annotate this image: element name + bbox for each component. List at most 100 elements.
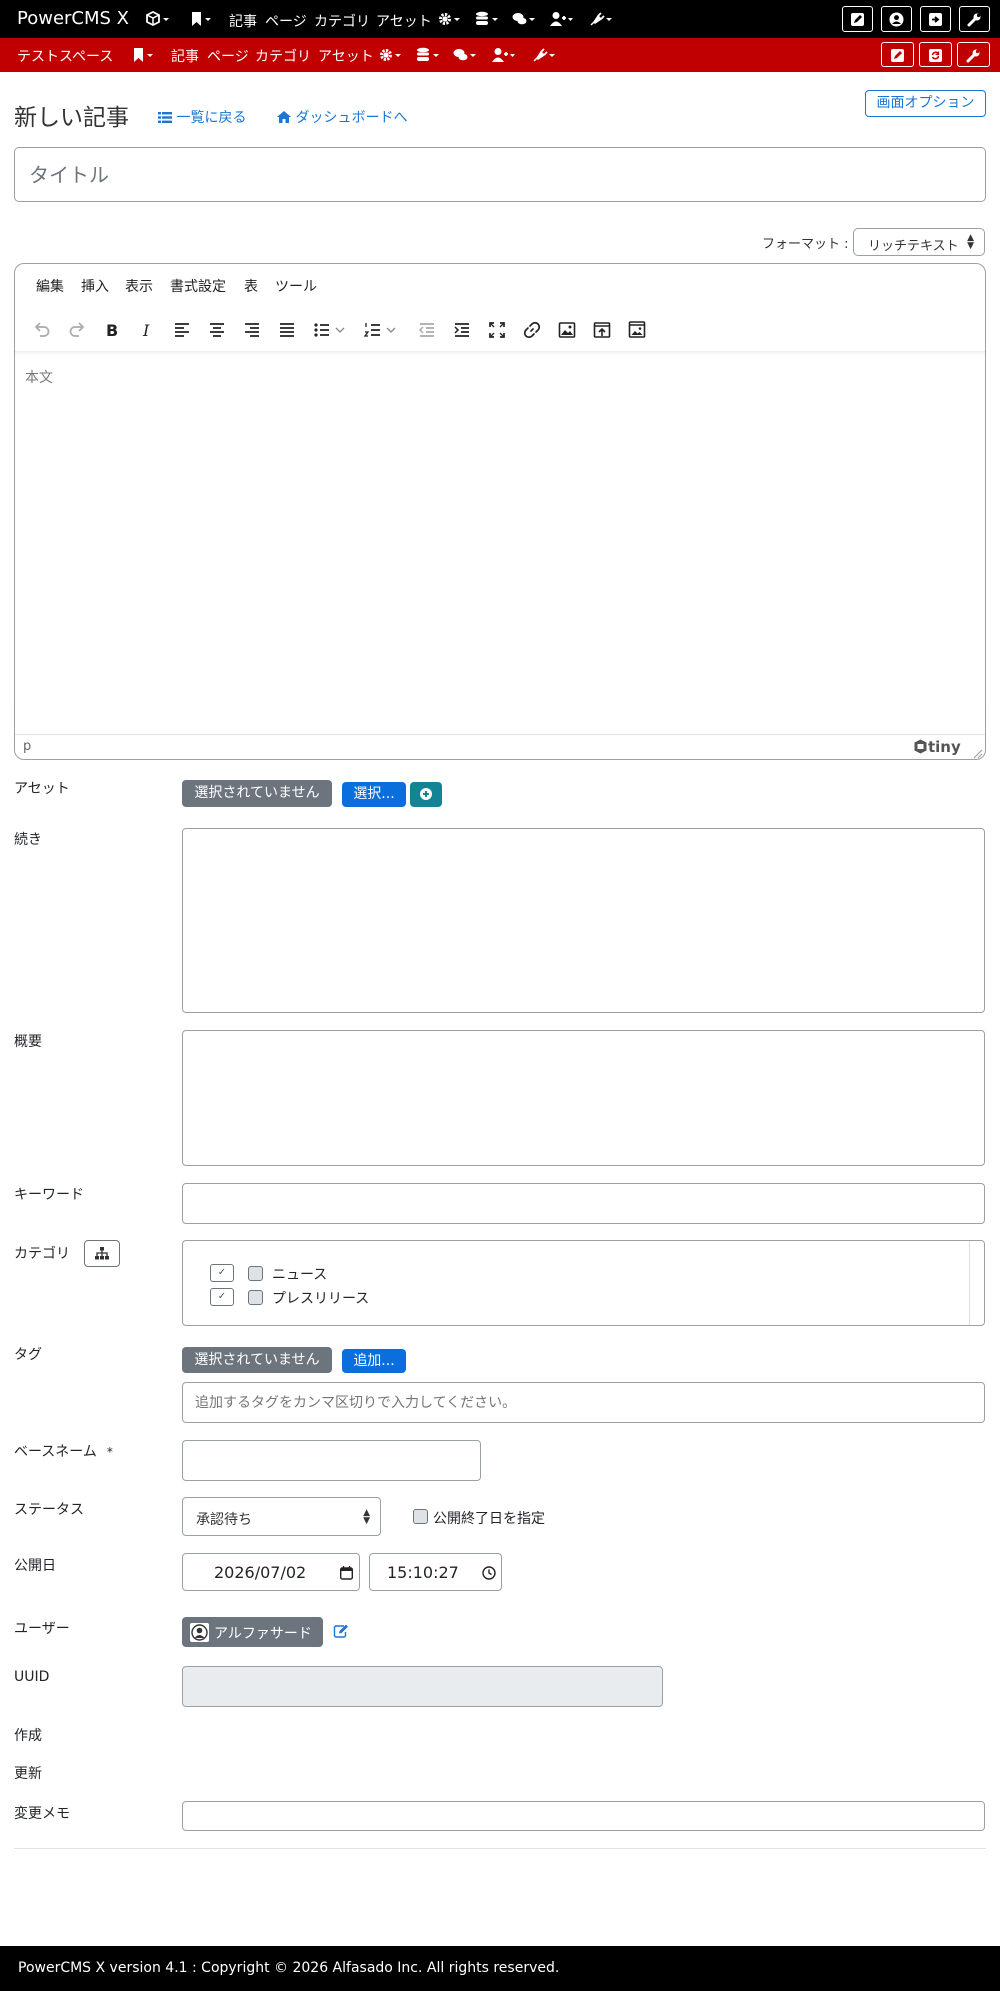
uuid-label: UUID — [14, 1669, 50, 1685]
menu-insert[interactable]: 挿入 — [81, 276, 109, 296]
image-icon[interactable] — [555, 318, 579, 342]
outdent-icon[interactable] — [415, 318, 439, 342]
category-checkbox[interactable] — [248, 1290, 263, 1305]
rich-text-editor: 編集 挿入 表示 書式設定 表 ツール B I 本文 p tiny — [14, 263, 986, 760]
calendar-icon[interactable] — [340, 1566, 353, 1580]
nav-entries[interactable]: 記事 — [229, 11, 257, 31]
italic-icon[interactable]: I — [135, 318, 159, 342]
category-scrollbar[interactable] — [969, 1241, 970, 1325]
space-nav-categories[interactable]: カテゴリ — [255, 46, 311, 66]
published-date-input[interactable]: 2026/07/02 — [182, 1553, 360, 1591]
category-expand-checkbox[interactable]: ✓ — [210, 1264, 234, 1282]
align-left-icon[interactable] — [170, 318, 194, 342]
settings-menu-icon[interactable] — [438, 11, 462, 27]
asset-select-button[interactable]: 選択... — [342, 782, 406, 807]
form-divider — [14, 1848, 986, 1849]
comments-menu-icon[interactable] — [453, 47, 477, 63]
menu-edit[interactable]: 編集 — [36, 276, 64, 296]
user-add-menu-icon[interactable] — [492, 47, 516, 63]
align-center-icon[interactable] — [205, 318, 229, 342]
logout-button[interactable] — [920, 6, 951, 32]
menu-view[interactable]: 表示 — [125, 276, 153, 296]
tags-input[interactable] — [182, 1382, 985, 1423]
more-textarea[interactable] — [182, 828, 985, 1013]
published-time-input[interactable]: 15:10:27 — [369, 1553, 502, 1591]
asset-image-icon[interactable] — [625, 318, 649, 342]
space-nav-assets[interactable]: アセット — [318, 46, 374, 66]
space-nav-entries[interactable]: 記事 — [171, 46, 199, 66]
category-item-news: ニュース — [272, 1267, 328, 1283]
nav-pages[interactable]: ページ — [265, 11, 307, 31]
tiny-logo[interactable]: tiny — [913, 738, 961, 756]
excerpt-label: 概要 — [14, 1034, 42, 1050]
database-menu-icon[interactable] — [416, 47, 440, 63]
user-label: ユーザー — [14, 1621, 70, 1637]
align-right-icon[interactable] — [240, 318, 264, 342]
nav-categories[interactable]: カテゴリ — [314, 11, 370, 31]
tags-add-button[interactable]: 追加... — [342, 1349, 406, 1373]
indent-icon[interactable] — [450, 318, 474, 342]
screen-options-button[interactable]: 画面オプション — [865, 90, 986, 117]
tags-label: タグ — [14, 1347, 42, 1363]
keywords-input[interactable] — [182, 1183, 985, 1224]
rev-note-label: 変更メモ — [14, 1806, 70, 1822]
format-select[interactable]: リッチテキスト ▲ ▼ — [853, 228, 985, 256]
status-label: ステータス — [14, 1502, 84, 1518]
plugin-menu-icon[interactable] — [532, 47, 556, 63]
space-edit-button[interactable] — [881, 42, 914, 67]
space-nav-pages[interactable]: ページ — [207, 46, 249, 66]
asset-add-button[interactable] — [410, 782, 442, 807]
resize-handle-icon[interactable] — [973, 749, 983, 759]
upload-image-icon[interactable] — [590, 318, 614, 342]
uuid-input — [182, 1666, 663, 1707]
menu-format[interactable]: 書式設定 — [170, 276, 226, 296]
status-select[interactable]: 承認待ち ▲ ▼ — [182, 1497, 381, 1536]
brand-logo[interactable]: PowerCMS X — [17, 8, 129, 29]
tags-none-badge: 選択されていません — [182, 1347, 332, 1373]
undo-icon[interactable] — [30, 318, 54, 342]
space-tools-button[interactable] — [957, 42, 990, 67]
link-icon[interactable] — [520, 318, 544, 342]
unpublish-checkbox[interactable] — [413, 1509, 428, 1524]
tools-button[interactable] — [959, 6, 990, 32]
settings-menu-icon[interactable] — [379, 47, 403, 63]
edit-external-button[interactable] — [842, 6, 873, 32]
edit-user-icon[interactable] — [333, 1624, 349, 1638]
editor-body[interactable]: 本文 — [15, 351, 985, 707]
nav-assets[interactable]: アセット — [376, 11, 432, 31]
comments-menu-icon[interactable] — [512, 11, 536, 27]
clock-icon[interactable] — [482, 1566, 496, 1580]
user-add-menu-icon[interactable] — [550, 11, 574, 27]
excerpt-textarea[interactable] — [182, 1030, 985, 1166]
back-to-list-link[interactable]: 一覧に戻る — [158, 107, 246, 127]
home-icon — [277, 111, 291, 123]
plugin-menu-icon[interactable] — [589, 11, 613, 27]
category-tree-button[interactable] — [84, 1240, 120, 1267]
published-label: 公開日 — [14, 1558, 56, 1574]
bookmark-menu-icon[interactable] — [132, 47, 156, 63]
space-name[interactable]: テストスペース — [17, 46, 113, 66]
category-expand-checkbox[interactable]: ✓ — [210, 1288, 234, 1306]
basename-input[interactable] — [182, 1440, 481, 1481]
system-menu-icon[interactable] — [146, 11, 170, 27]
rebuild-button[interactable] — [919, 42, 952, 67]
redo-icon[interactable] — [65, 318, 89, 342]
tiny-logo-text: tiny — [928, 738, 961, 756]
bookmark-menu-icon[interactable] — [190, 11, 214, 27]
element-path[interactable]: p — [23, 739, 31, 754]
menu-tools[interactable]: ツール — [275, 276, 317, 296]
user-avatar-icon — [190, 1623, 209, 1642]
bold-icon[interactable]: B — [100, 318, 124, 342]
fullscreen-icon[interactable] — [485, 318, 509, 342]
database-menu-icon[interactable] — [475, 11, 499, 27]
title-input[interactable] — [14, 147, 986, 202]
user-profile-button[interactable] — [881, 6, 912, 32]
dashboard-link[interactable]: ダッシュボードへ — [277, 107, 407, 127]
bullet-list-icon[interactable] — [310, 318, 348, 342]
created-label: 作成 — [14, 1728, 42, 1744]
numbered-list-icon[interactable] — [361, 318, 399, 342]
align-justify-icon[interactable] — [275, 318, 299, 342]
rev-note-input[interactable] — [182, 1801, 985, 1831]
category-checkbox[interactable] — [248, 1266, 263, 1281]
menu-table[interactable]: 表 — [244, 276, 258, 296]
